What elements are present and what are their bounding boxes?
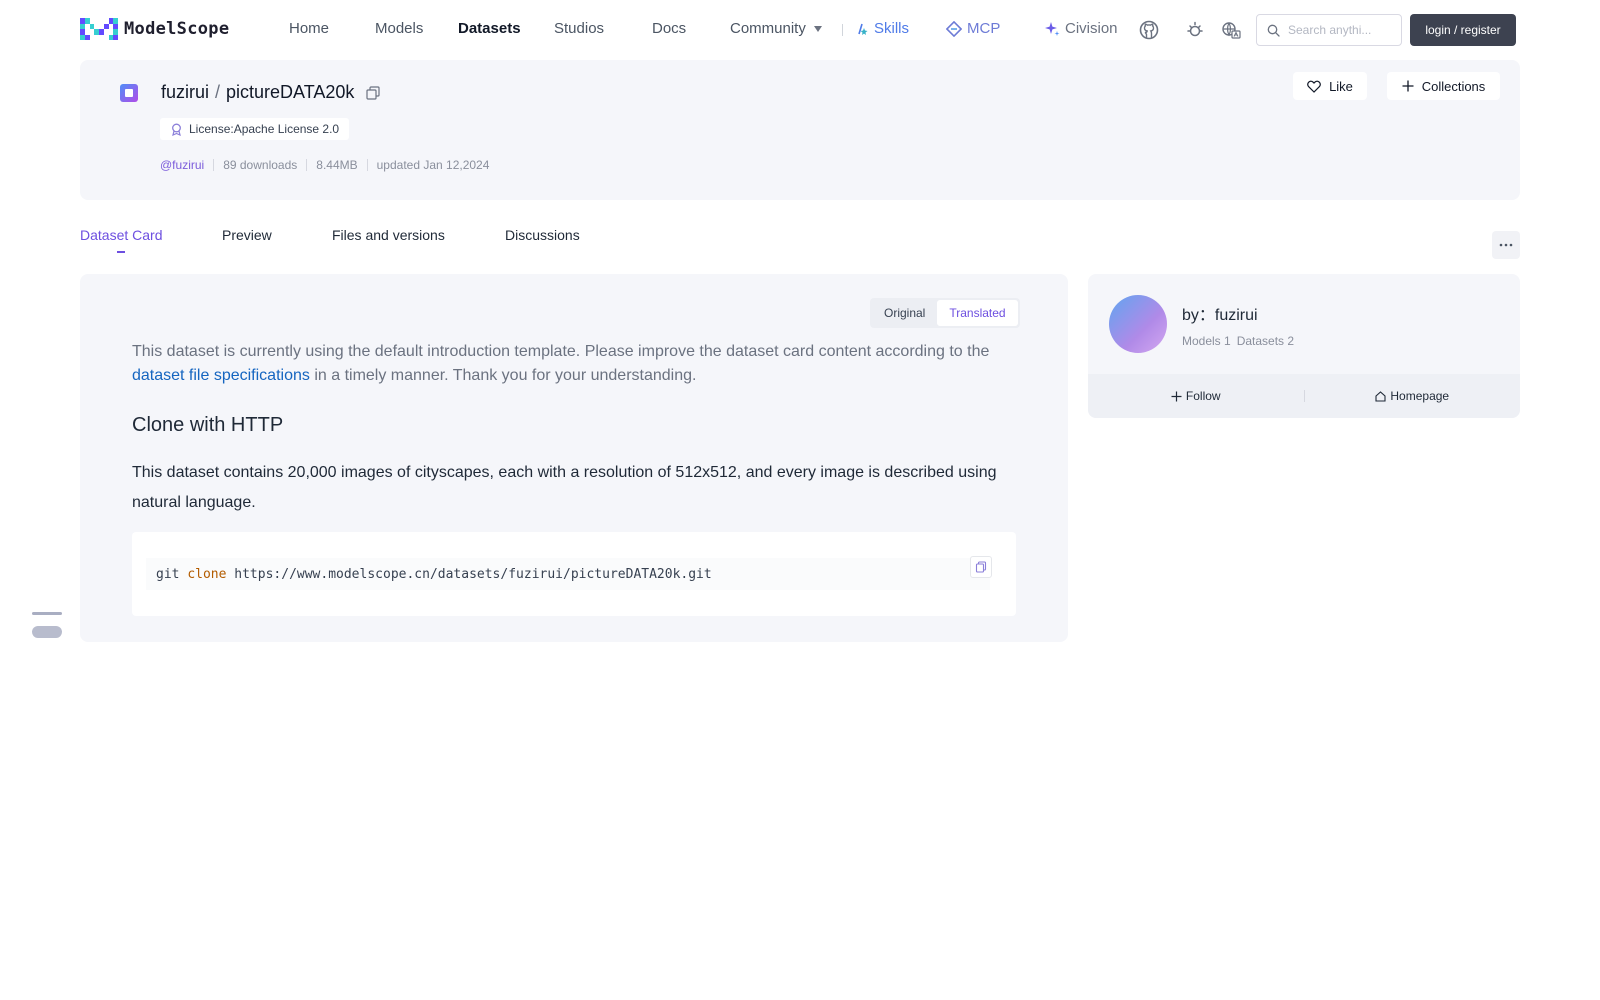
license-text: License:Apache License 2.0 (189, 122, 340, 136)
sparkle-icon (1045, 21, 1060, 36)
like-button[interactable]: Like (1293, 72, 1367, 100)
dataset-owner[interactable]: fuzirui (161, 82, 209, 103)
ellipsis-icon (1499, 243, 1513, 247)
homepage-button[interactable]: Homepage (1305, 389, 1521, 403)
tab-files-and-versions[interactable]: Files and versions (332, 227, 445, 243)
search-icon (1267, 24, 1280, 37)
like-label: Like (1329, 78, 1353, 94)
nav-community-label: Community (730, 20, 806, 37)
heart-icon (1307, 80, 1321, 93)
theme-toggle-icon[interactable] (1184, 19, 1206, 41)
mcp-icon (946, 20, 962, 37)
author-card: by：fuzirui Models 1 Datasets 2 Follow Ho… (1088, 274, 1520, 418)
skills-icon (858, 23, 868, 35)
caret-down-icon (813, 26, 822, 33)
github-icon[interactable] (1138, 19, 1160, 41)
meta-divider (213, 159, 215, 171)
follow-button[interactable]: Follow (1088, 389, 1304, 403)
search-input[interactable] (1288, 23, 1388, 37)
logo-text: ModelScope (124, 19, 230, 39)
more-options-button[interactable] (1492, 231, 1520, 259)
datasets-count[interactable]: Datasets 2 (1237, 334, 1294, 348)
handle-bar (32, 612, 62, 615)
collections-label: Collections (1421, 78, 1486, 94)
dataset-name: pictureDATA20k (226, 82, 355, 102)
homepage-label: Homepage (1390, 389, 1450, 403)
nav-community-dropdown[interactable]: Community (730, 20, 822, 37)
tab-discussions[interactable]: Discussions (505, 227, 580, 243)
nav-mcp[interactable]: MCP (946, 20, 1000, 37)
dataset-header-card: fuzirui / pictureDATA20k License:Apache … (80, 60, 1520, 200)
meta-divider (306, 159, 308, 171)
spec-link[interactable]: dataset file specifications (132, 367, 310, 384)
tab-dataset-card[interactable]: Dataset Card (80, 227, 162, 243)
nav-divider (842, 24, 843, 36)
dataset-title: fuzirui / pictureDATA20k (161, 82, 381, 103)
updated-date: updated Jan 12,2024 (376, 158, 490, 172)
handle-pill (32, 626, 62, 638)
models-count[interactable]: Models 1 (1182, 334, 1231, 348)
clone-command[interactable]: git clone https://www.modelscope.cn/data… (146, 558, 990, 590)
copy-icon[interactable] (366, 85, 381, 100)
code-block: git clone https://www.modelscope.cn/data… (132, 532, 1016, 616)
collections-button[interactable]: Collections (1387, 72, 1500, 100)
dataset-description: This dataset contains 20,000 images of c… (132, 464, 997, 511)
language-icon[interactable] (1220, 19, 1242, 41)
clone-heading: Clone with HTTP (132, 414, 284, 436)
license-badge[interactable]: License:Apache License 2.0 (160, 118, 350, 140)
intro-text-end: in a timely manner. Thank you for your u… (309, 367, 697, 384)
tab-preview[interactable]: Preview (222, 227, 272, 243)
nav-civision-label: Civision (1065, 20, 1118, 37)
nav-docs[interactable]: Docs (652, 20, 686, 37)
nav-datasets[interactable]: Datasets (458, 20, 521, 37)
author-actions: Follow Homepage (1088, 374, 1520, 418)
top-navigation-bar: ModelScope Home Models Datasets Studios … (0, 0, 1600, 60)
language-toggle: Original Translated (870, 298, 1020, 328)
modelscope-logo[interactable]: ModelScope (80, 18, 229, 40)
nav-civision[interactable]: Civision (1044, 20, 1118, 37)
logo-mark-icon (80, 18, 118, 40)
toggle-translated[interactable]: Translated (937, 300, 1018, 326)
copy-code-icon[interactable] (970, 556, 992, 578)
floating-toolbar-handle[interactable] (32, 612, 62, 640)
follow-label: Follow (1185, 389, 1221, 403)
login-register-button[interactable]: login / register (1410, 14, 1516, 46)
logo-pixel (113, 34, 118, 40)
intro-paragraph: This dataset is currently using the defa… (132, 340, 1012, 388)
download-count: 89 downloads (223, 158, 298, 172)
code-keyword: clone (187, 566, 227, 582)
nav-skills[interactable]: Skills (856, 20, 909, 37)
intro-text: This dataset is currently using the defa… (132, 343, 990, 360)
plus-icon (1171, 391, 1182, 401)
dataset-meta: @fuzirui 89 downloads 8.44MB updated Jan… (160, 158, 489, 172)
meta-divider (366, 159, 368, 171)
search-box[interactable] (1256, 14, 1402, 46)
nav-models[interactable]: Models (375, 20, 423, 37)
nav-home[interactable]: Home (289, 20, 329, 37)
dataset-card-content: Original Translated This dataset is curr… (80, 274, 1068, 642)
dataset-size: 8.44MB (316, 158, 358, 172)
nav-studios[interactable]: Studios (554, 20, 604, 37)
active-tab-indicator (117, 251, 125, 253)
toggle-original[interactable]: Original (872, 300, 937, 326)
author-stats: Models 1 Datasets 2 (1182, 334, 1294, 348)
author-name[interactable]: by：fuzirui (1182, 301, 1258, 325)
license-icon (172, 123, 181, 136)
user-link[interactable]: @fuzirui (160, 158, 204, 172)
nav-mcp-label: MCP (967, 20, 1001, 37)
dataset-icon (120, 84, 138, 102)
plus-icon (1402, 80, 1414, 92)
avatar[interactable] (1109, 295, 1167, 353)
title-separator: / (215, 82, 221, 102)
nav-skills-label: Skills (874, 20, 910, 37)
home-icon (1375, 390, 1386, 402)
code-url: https://www.modelscope.cn/datasets/fuzir… (226, 566, 712, 582)
code-cmd: git (156, 566, 188, 582)
